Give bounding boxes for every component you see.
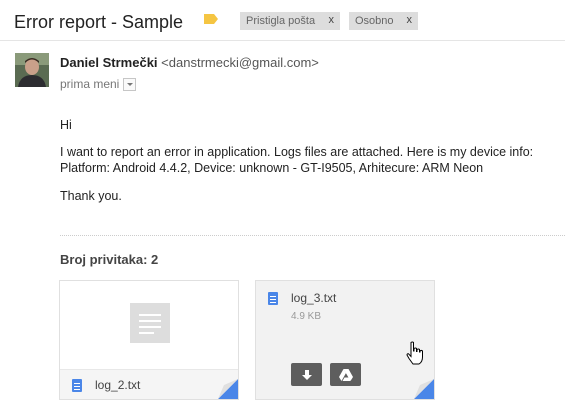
hand-cursor-icon — [406, 341, 423, 365]
body-paragraph: I want to report an error in application… — [60, 145, 534, 175]
label-chip-inbox[interactable]: Pristigla pošta x — [240, 12, 340, 30]
sender-avatar[interactable] — [15, 53, 49, 87]
sender-line: Daniel Strmečki <danstrmecki@gmail.com> — [60, 55, 319, 70]
attachment-footer: log_2.txt — [60, 369, 238, 399]
document-placeholder-icon — [130, 303, 170, 343]
show-details-dropdown-icon[interactable] — [123, 77, 137, 91]
download-icon — [301, 369, 312, 380]
save-to-drive-button[interactable] — [330, 363, 361, 386]
attachment-file-size: 4.9 KB — [291, 311, 322, 322]
recipient-text: prima meni — [60, 77, 120, 91]
subject-row: Error report - Sample — [14, 8, 183, 36]
important-label-icon[interactable] — [204, 14, 218, 24]
body-greeting: Hi — [60, 118, 72, 132]
text-file-icon — [72, 379, 82, 392]
label-chip-text: Osobno — [355, 15, 394, 27]
attachment-card-log-3[interactable]: log_3.txt 4.9 KB — [255, 280, 435, 400]
attachments-divider — [60, 235, 565, 236]
file-corner-fold-icon — [414, 379, 434, 399]
attachment-file-name: log_3.txt — [291, 291, 337, 305]
label-chip-personal[interactable]: Osobno x — [349, 12, 418, 30]
file-corner-fold-icon — [218, 379, 238, 399]
sender-email: <danstrmecki@gmail.com> — [161, 55, 319, 70]
download-button[interactable] — [291, 363, 322, 386]
body-closing: Thank you. — [60, 189, 122, 203]
email-subject: Error report - Sample — [14, 11, 184, 32]
remove-label-icon[interactable]: x — [407, 14, 413, 26]
text-file-icon — [268, 292, 278, 305]
attachment-card-log-2[interactable]: log_2.txt — [59, 280, 239, 400]
attachment-file-name: log_2.txt — [95, 378, 141, 392]
drive-icon — [338, 368, 353, 381]
sender-name[interactable]: Daniel Strmečki — [60, 55, 158, 70]
recipient-line: prima meni — [60, 77, 137, 91]
attachment-count: Broj privitaka: 2 — [60, 252, 159, 267]
attachment-preview — [60, 281, 238, 369]
remove-label-icon[interactable]: x — [329, 14, 335, 26]
header-divider — [0, 40, 565, 41]
label-chip-text: Pristigla pošta — [246, 15, 316, 27]
avatar-image — [15, 53, 49, 87]
